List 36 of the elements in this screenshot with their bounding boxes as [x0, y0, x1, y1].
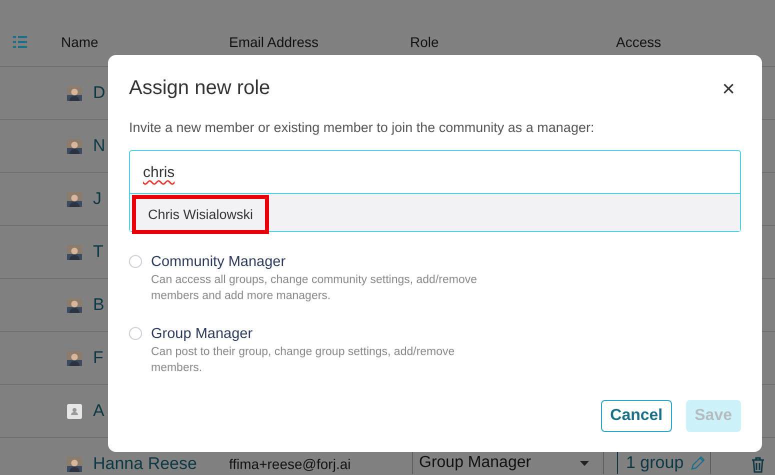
member-name[interactable]: T [93, 242, 104, 262]
list-view-icon[interactable] [13, 36, 27, 48]
member-name[interactable]: B [93, 295, 104, 315]
member-name[interactable]: F [93, 348, 104, 368]
email-address: ffima+reese@forj.ai [229, 456, 352, 474]
trash-icon[interactable] [751, 457, 765, 473]
dialog-title: Assign new role [129, 77, 270, 100]
column-header: Email Address [229, 34, 320, 50]
role-label: Group Manager [151, 326, 254, 342]
radio-button[interactable] [129, 255, 142, 268]
avatar-icon [67, 86, 82, 100]
role-label: Community Manager [151, 254, 287, 270]
pencil-icon [690, 454, 706, 470]
member-name[interactable]: N [93, 136, 106, 156]
role-description: Can post to their group, change group settings, add/remove members. [151, 345, 456, 376]
dialog-button[interactable]: Cancel [601, 400, 672, 432]
role-description: Can access all groups, change community settings, add/remove members and add more managers. [151, 273, 478, 304]
column-header: Access [616, 34, 662, 50]
avatar-icon [67, 456, 82, 472]
caret-icon [580, 460, 589, 466]
member-name[interactable]: A [93, 401, 104, 421]
dialog-description: Invite a new member or existing member to join the community as a manager: [129, 120, 596, 135]
column-header: Name [61, 34, 100, 50]
radio-button[interactable] [129, 327, 142, 340]
column-header: Role [410, 34, 440, 50]
avatar-icon [67, 244, 82, 260]
member-name[interactable]: Hanna Reese [93, 454, 197, 474]
avatar-icon [67, 138, 82, 154]
member-name[interactable]: D [93, 83, 106, 103]
avatar-icon [67, 404, 82, 418]
close-button[interactable]: × [716, 78, 741, 100]
avatar-icon [67, 350, 82, 366]
avatar-icon [67, 192, 82, 206]
suggestion-item[interactable]: Chris Wisialowski [132, 195, 270, 234]
avatar-icon [67, 298, 82, 312]
member-name[interactable]: J [93, 189, 102, 209]
